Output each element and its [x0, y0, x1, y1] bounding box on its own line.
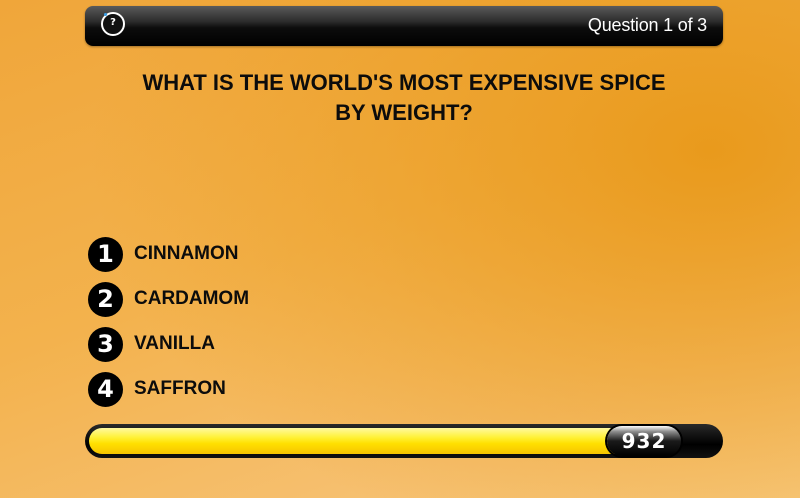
help-indicator-dot [104, 13, 107, 16]
quiz-screen: { "header": { "help_icon": "question-mar… [0, 0, 800, 498]
help-button[interactable]: ? [101, 12, 125, 36]
answer-option-2[interactable]: 2 CARDAMOM [88, 281, 249, 317]
answer-label: CARDAMOM [134, 288, 250, 309]
answer-number-badge: 1 [88, 236, 123, 272]
points-badge: 932 [607, 426, 681, 456]
answer-number-badge: 4 [88, 371, 123, 407]
points-value: 932 [621, 429, 667, 453]
question-mark-icon: ? [110, 17, 116, 28]
answer-label: SAFFRON [134, 378, 226, 399]
question-text: WHAT IS THE WORLD'S MOST EXPENSIVE SPICE… [100, 68, 708, 128]
answer-option-4[interactable]: 4 SAFFRON [88, 371, 249, 407]
answer-number-badge: 2 [88, 281, 123, 317]
answer-number-badge: 3 [88, 326, 123, 362]
timer-fill [89, 428, 647, 454]
answer-list: 1 CINNAMON 2 CARDAMOM 3 VANILLA 4 SAFFRO… [88, 236, 249, 416]
top-bar: ? Question 1 of 3 [85, 6, 723, 46]
question-line-2: BY WEIGHT? [335, 100, 473, 125]
answer-option-3[interactable]: 3 VANILLA [88, 326, 249, 362]
answer-label: VANILLA [134, 333, 215, 354]
question-line-1: WHAT IS THE WORLD'S MOST EXPENSIVE SPICE [142, 70, 666, 95]
question-counter: Question 1 of 3 [587, 15, 707, 35]
answer-label: CINNAMON [134, 243, 239, 264]
answer-option-1[interactable]: 1 CINNAMON [88, 236, 249, 272]
timer-bar: 932 [85, 424, 723, 458]
